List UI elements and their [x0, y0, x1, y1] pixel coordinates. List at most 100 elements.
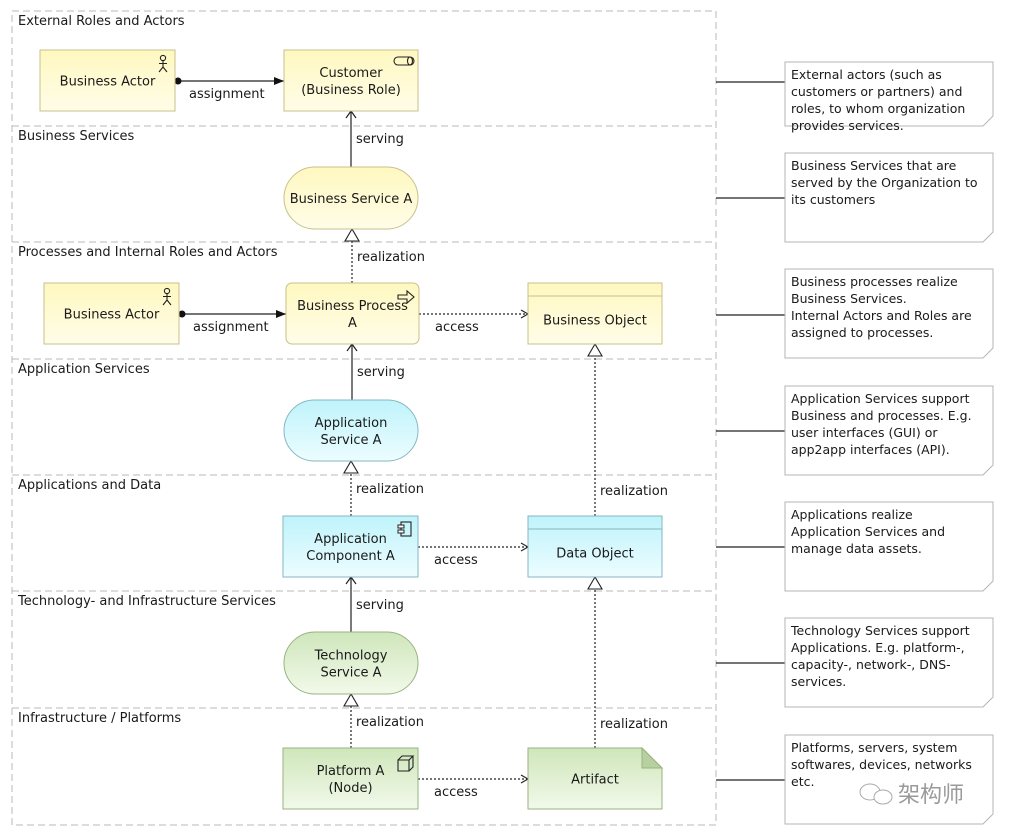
arrowhead-hollow-triangle [343, 459, 359, 474]
element-label: Service A [320, 666, 381, 681]
element-label: (Business Role) [301, 83, 401, 98]
relation-assignment[interactable]: assignment [178, 310, 287, 335]
element-data-object[interactable]: Data Object [527, 515, 663, 578]
relation-realization[interactable]: realization [343, 692, 424, 748]
element-customer[interactable]: Customer (Business Role) [283, 49, 419, 112]
element-label: Business Actor [64, 308, 160, 323]
element-business-actor-ext[interactable]: Business Actor [39, 49, 176, 112]
note: External actors (such as customers or par… [716, 61, 994, 133]
element-label: (Node) [328, 781, 372, 796]
relation-serving[interactable]: serving [346, 342, 405, 400]
relation-label: access [435, 320, 479, 335]
lane-label: Business Services [18, 129, 135, 144]
note-line: Platforms, servers, system [791, 740, 957, 755]
element-business-process[interactable]: Business Process A [285, 282, 420, 345]
element-label: Artifact [571, 773, 619, 788]
note-line: customers or partners) and [791, 84, 962, 99]
element-label: Component A [306, 549, 395, 564]
relation-realization[interactable]: realization [344, 227, 425, 283]
relation-label: assignment [193, 320, 269, 335]
arrowhead-hollow-triangle [587, 575, 603, 590]
assignment-dot [174, 77, 182, 85]
note-line: manage data assets. [791, 541, 922, 556]
element-application-component[interactable]: Application Component A [282, 515, 419, 578]
lane-label: Technology- and Infrastructure Services [17, 594, 276, 609]
element-artifact[interactable]: Artifact [527, 746, 664, 810]
element-label: Platform A [317, 764, 385, 779]
relation-access[interactable]: access [418, 542, 530, 568]
element-label: Customer [319, 66, 383, 81]
wechat-icon-bubble [873, 789, 893, 805]
watermark-text: 架构师 [898, 783, 964, 808]
note-line: assigned to processes. [791, 325, 933, 340]
relation-serving[interactable]: serving [345, 575, 404, 632]
note: Business Services that are served by the … [716, 152, 994, 243]
relation-realization[interactable]: realization [587, 342, 668, 516]
note-line: Internal Actors and Roles are [791, 308, 972, 323]
relation-label: access [434, 553, 478, 568]
element-technology-service[interactable]: Technology Service A [283, 631, 419, 695]
element-label: Application [315, 416, 388, 431]
note-line: capacity-, network-, DNS- [791, 657, 951, 672]
element-label: Business Object [543, 314, 647, 329]
note-line: Business Services. [791, 291, 907, 306]
lane-label: Infrastructure / Platforms [18, 711, 181, 726]
element-application-service[interactable]: Application Service A [283, 399, 419, 462]
relation-label: serving [356, 132, 404, 147]
note-line: roles, to whom organization [791, 101, 965, 116]
element-label: A [348, 316, 357, 331]
element-business-actor-int[interactable]: Business Actor [43, 282, 180, 345]
lane-label: Processes and Internal Roles and Actors [18, 245, 278, 260]
note: Applications realize Application Services… [716, 501, 994, 592]
arrowhead-hollow-triangle [344, 227, 360, 242]
note-line: External actors (such as [791, 67, 942, 82]
element-business-service[interactable]: Business Service A [283, 166, 419, 230]
relation-assignment[interactable]: assignment [174, 77, 285, 102]
note-line: softwares, devices, networks [791, 757, 972, 772]
note: Platforms, servers, system softwares, dev… [716, 734, 994, 825]
relation-access[interactable]: access [418, 774, 530, 800]
relation-label: realization [356, 482, 424, 497]
relation-label: access [434, 785, 478, 800]
element-platform[interactable]: Platform A (Node) [282, 747, 419, 810]
note-line: Application Services support [791, 391, 970, 406]
element-label: Service A [320, 433, 381, 448]
relation-label: serving [357, 365, 405, 380]
relation-label: realization [600, 717, 668, 732]
relation-serving[interactable]: serving [345, 109, 404, 167]
element-label: Business Process [297, 299, 408, 314]
arrowhead-hollow-triangle [343, 692, 359, 707]
note: Technology Services support Applications.… [716, 617, 994, 708]
arrowhead-filled [276, 310, 286, 318]
relation-label: realization [600, 484, 668, 499]
element-label: Business Actor [60, 75, 156, 90]
arrowhead-hollow-triangle [587, 342, 603, 357]
element-label: Application [314, 532, 387, 547]
assignment-dot [178, 310, 186, 318]
note-line: Technology Services support [790, 623, 970, 638]
note-line: Business and processes. E.g. [791, 408, 972, 423]
lane-label: Application Services [18, 362, 150, 377]
element-business-object[interactable]: Business Object [527, 282, 663, 345]
note-line: its customers [791, 192, 875, 207]
archimate-layered-diagram: External Roles and Actors Business Servic… [11, 10, 994, 826]
lane-label: Applications and Data [18, 478, 161, 493]
relation-label: realization [357, 250, 425, 265]
note-line: served by the Organization to [791, 175, 978, 190]
lane-label: External Roles and Actors [18, 14, 185, 29]
artifact-fold [641, 746, 664, 769]
relation-realization[interactable]: realization [343, 459, 424, 516]
note-line: Applications realize [791, 507, 913, 522]
note-line: Business Services that are [791, 158, 957, 173]
note-line: Application Services and [791, 524, 945, 539]
relation-realization[interactable]: realization [587, 575, 668, 748]
relation-access[interactable]: access [419, 309, 530, 335]
note-line: etc. [791, 774, 814, 789]
element-label: Technology [314, 649, 388, 664]
note-line: Business processes realize [791, 274, 958, 289]
note-line: app2app interfaces (API). [791, 442, 950, 457]
note-line: services. [791, 674, 846, 689]
note-line: user interfaces (GUI) or [791, 425, 938, 440]
element-label: Business Service A [290, 192, 413, 207]
note: Application Services support Business and… [716, 385, 994, 476]
